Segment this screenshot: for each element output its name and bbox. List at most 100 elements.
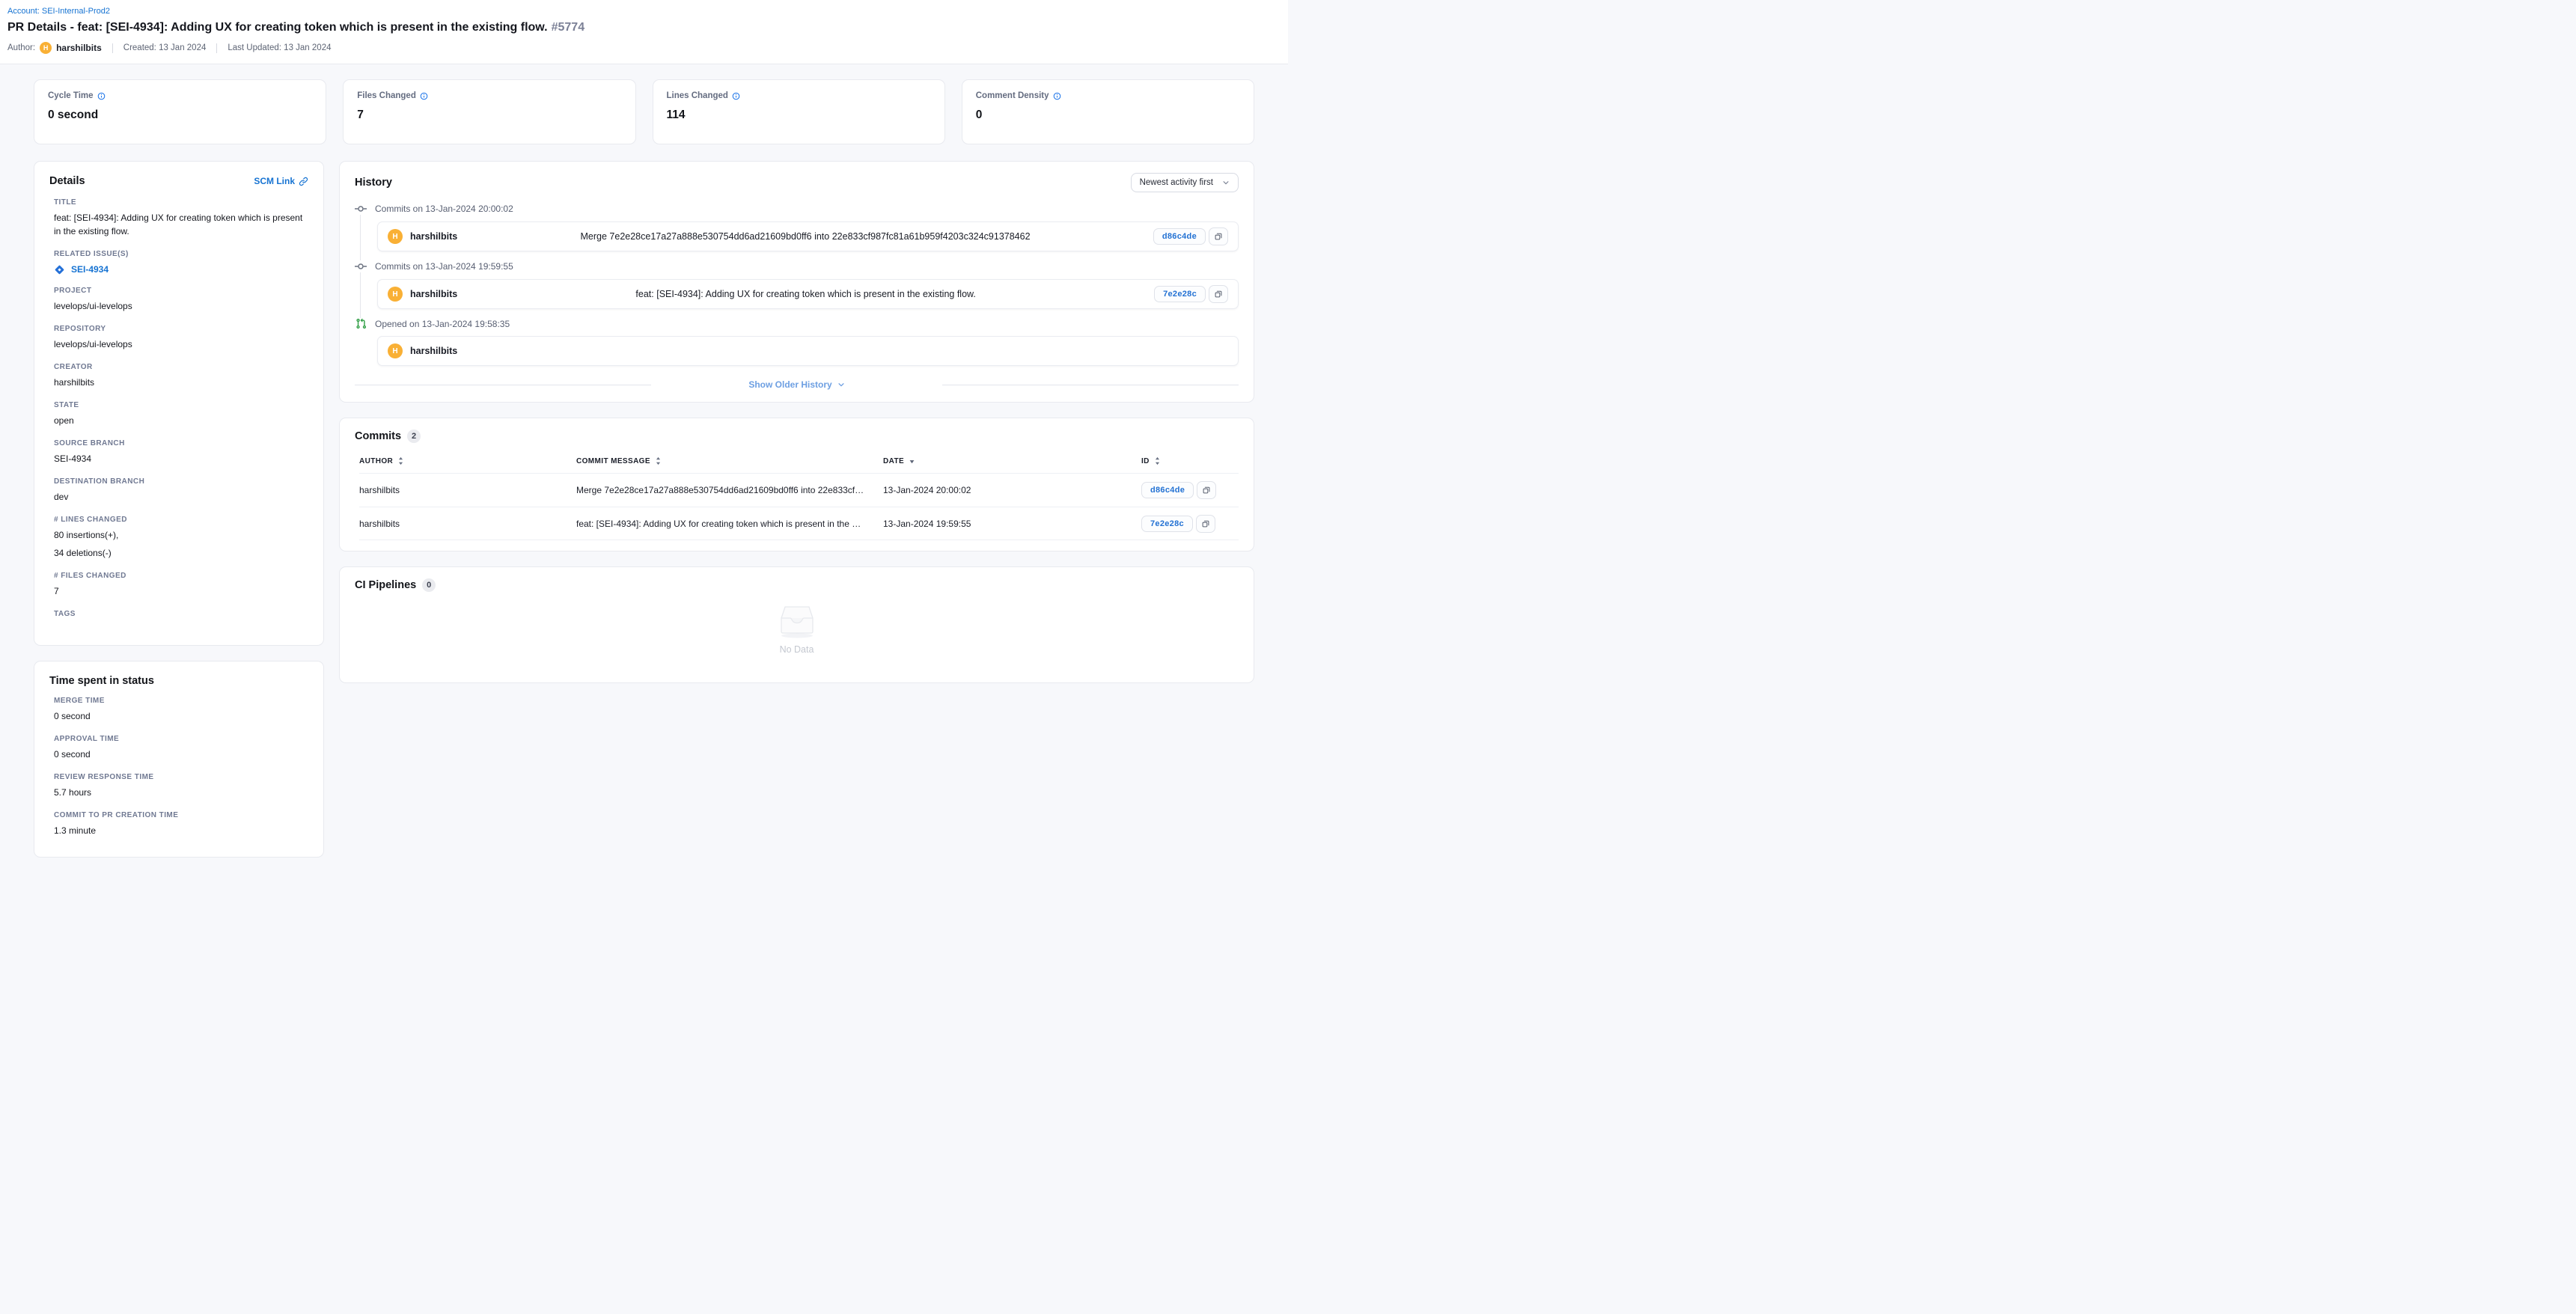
copy-icon[interactable] (1196, 515, 1215, 533)
commit-hash-badge[interactable]: d86c4de (1141, 482, 1194, 498)
metric-label: Lines Changed (667, 91, 728, 100)
cell-author: harshilbits (359, 519, 576, 529)
commits-panel: Commits 2 AUTHOR COMMIT MESSAGE (339, 418, 1254, 551)
history-sort-dropdown[interactable]: Newest activity first (1131, 173, 1239, 192)
metric-card-comment-density: Comment Density 0 (962, 79, 1254, 144)
empty-inbox-icon (778, 604, 816, 638)
commit-hash-badge[interactable]: 7e2e28c (1154, 286, 1206, 302)
sort-icon (1154, 456, 1161, 465)
metric-value: 7 (357, 109, 621, 122)
jira-issue-icon (55, 265, 64, 275)
copy-icon[interactable] (1209, 227, 1228, 245)
commit-message: Merge 7e2e28ce17a27a888e530754dd6ad21609… (457, 231, 1153, 242)
related-issue-key: SEI-4934 (71, 264, 109, 275)
pull-request-opened-icon (355, 318, 367, 329)
chevron-down-icon (1222, 179, 1230, 186)
commit-hash-badge[interactable]: d86c4de (1153, 228, 1206, 245)
avatar: H (388, 229, 403, 244)
opened-card: H harshilbits (377, 336, 1239, 366)
link-icon (299, 177, 308, 186)
commit-hash-badge[interactable]: 7e2e28c (1141, 516, 1193, 532)
git-commit-icon (355, 260, 367, 272)
commit-message: feat: [SEI-4934]: Adding UX for creating… (457, 289, 1154, 299)
empty-state: No Data (355, 592, 1239, 658)
show-older-history-divider: Show Older History (355, 379, 1239, 390)
details-heading: Details (49, 175, 85, 187)
detail-field-project: PROJECT levelops/ui-levelops (54, 287, 308, 313)
info-icon[interactable] (420, 92, 428, 100)
sort-icon (397, 456, 404, 465)
detail-field-destination-branch: DESTINATION BRANCH dev (54, 477, 308, 504)
detail-field-state: STATE open (54, 401, 308, 427)
column-header-commit-message[interactable]: COMMIT MESSAGE (576, 456, 883, 465)
page-header: Account: SEI-Internal-Prod2 PR Details -… (0, 0, 1288, 64)
divider (112, 43, 113, 53)
commit-author: harshilbits (410, 346, 457, 356)
metric-card-cycle-time: Cycle Time 0 second (34, 79, 326, 144)
commit-author: harshilbits (410, 231, 457, 242)
copy-icon[interactable] (1209, 285, 1228, 303)
page-body: Cycle Time 0 second Files Changed 7 Line… (0, 64, 1288, 868)
time-spent-panel: Time spent in status MERGE TIME 0 second… (34, 661, 324, 858)
info-icon[interactable] (1053, 92, 1061, 100)
no-data-label: No Data (780, 644, 814, 655)
history-entry-label: Opened on 13-Jan-2024 19:58:35 (375, 319, 510, 329)
ci-pipelines-heading: CI Pipelines (355, 579, 416, 591)
sort-desc-icon (909, 458, 915, 465)
history-entry: Commits on 13-Jan-2024 19:59:55 H harshi… (355, 260, 1239, 318)
related-issue-link[interactable]: SEI-4934 (54, 264, 308, 275)
time-field-merge: MERGE TIME 0 second (54, 697, 308, 723)
avatar: H (388, 343, 403, 358)
cell-date: 13-Jan-2024 20:00:02 (883, 485, 1141, 495)
commits-table: AUTHOR COMMIT MESSAGE DATE ID (359, 453, 1239, 540)
last-updated-date: Last Updated: 13 Jan 2024 (228, 43, 331, 52)
detail-field-files-changed: # FILES CHANGED 7 (54, 572, 308, 598)
commit-card: H harshilbits feat: [SEI-4934]: Adding U… (377, 279, 1239, 309)
show-older-history-label: Show Older History (748, 379, 831, 390)
avatar: H (388, 287, 403, 302)
metric-value: 114 (667, 109, 931, 122)
ci-pipelines-count-badge: 0 (422, 578, 436, 592)
detail-field-repository: REPOSITORY levelops/ui-levelops (54, 325, 308, 351)
history-entry: Opened on 13-Jan-2024 19:58:35 H harshil… (355, 318, 1239, 367)
table-row: harshilbits Merge 7e2e28ce17a27a888e5307… (359, 473, 1239, 507)
time-spent-heading: Time spent in status (49, 675, 308, 687)
metric-card-lines-changed: Lines Changed 114 (653, 79, 945, 144)
pr-title-text: PR Details - feat: [SEI-4934]: Adding UX… (7, 21, 548, 34)
detail-field-source-branch: SOURCE BRANCH SEI-4934 (54, 439, 308, 465)
info-icon[interactable] (732, 92, 740, 100)
time-field-approval: APPROVAL TIME 0 second (54, 735, 308, 761)
commit-author: harshilbits (410, 289, 457, 299)
detail-field-tags: TAGS (54, 610, 308, 627)
column-header-id[interactable]: ID (1141, 456, 1239, 465)
ci-pipelines-panel: CI Pipelines 0 No Data (339, 566, 1254, 683)
scm-link[interactable]: SCM Link (254, 176, 308, 186)
cell-commit-message: Merge 7e2e28ce17a27a888e530754dd6ad21609… (576, 485, 883, 495)
author-name: harshilbits (56, 43, 102, 53)
pr-number: #5774 (552, 21, 585, 34)
time-field-commit-to-pr: COMMIT TO PR CREATION TIME 1.3 minute (54, 811, 308, 837)
created-date: Created: 13 Jan 2024 (123, 43, 207, 52)
git-commit-icon (355, 203, 367, 215)
divider (216, 43, 217, 53)
show-older-history-link[interactable]: Show Older History (748, 379, 844, 390)
copy-icon[interactable] (1197, 481, 1216, 499)
commits-table-header: AUTHOR COMMIT MESSAGE DATE ID (359, 453, 1239, 473)
commits-heading: Commits (355, 430, 401, 442)
table-row: harshilbits feat: [SEI-4934]: Adding UX … (359, 507, 1239, 540)
column-header-author[interactable]: AUTHOR (359, 456, 576, 465)
column-header-date[interactable]: DATE (883, 457, 1141, 465)
metric-label: Files Changed (357, 91, 416, 100)
metric-label: Comment Density (976, 91, 1049, 100)
commit-card: H harshilbits Merge 7e2e28ce17a27a888e53… (377, 221, 1239, 251)
detail-field-lines-changed: # LINES CHANGED 80 insertions(+), 34 del… (54, 516, 308, 560)
cell-date: 13-Jan-2024 19:59:55 (883, 519, 1141, 529)
account-breadcrumb-link[interactable]: Account: SEI-Internal-Prod2 (7, 7, 110, 16)
metric-card-files-changed: Files Changed 7 (343, 79, 635, 144)
sort-dropdown-value: Newest activity first (1140, 178, 1213, 187)
history-panel: History Newest activity first Commits on… (339, 161, 1254, 403)
cell-commit-message: feat: [SEI-4934]: Adding UX for creating… (576, 519, 883, 529)
info-icon[interactable] (97, 92, 106, 100)
metric-cards-row: Cycle Time 0 second Files Changed 7 Line… (34, 79, 1254, 144)
sort-icon (655, 456, 662, 465)
